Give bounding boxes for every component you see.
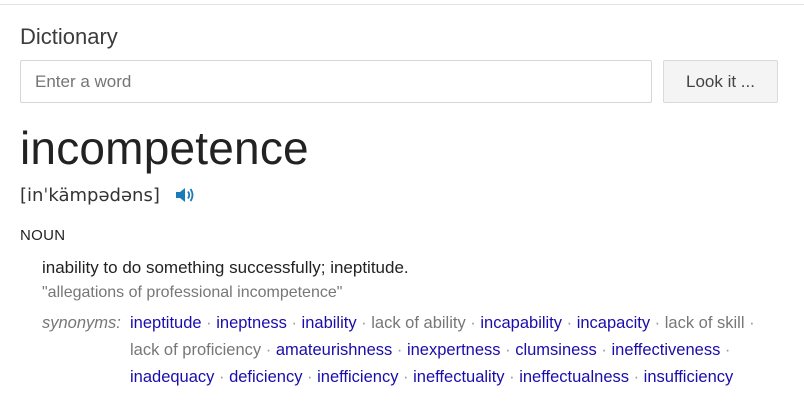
look-it-up-button[interactable]: Look it ... (663, 60, 778, 103)
speaker-icon[interactable] (174, 185, 196, 205)
synonym-separator: · (562, 314, 577, 332)
synonym-separator: · (392, 341, 407, 359)
synonyms-list: ineptitude · ineptness · inability · lac… (130, 310, 784, 391)
synonym-separator: · (214, 368, 230, 386)
synonym-link[interactable]: ineffectualness (519, 368, 629, 386)
synonym-link[interactable]: ineptness (216, 314, 287, 332)
synonym-separator: · (744, 314, 755, 332)
synonym-link[interactable]: inefficiency (317, 368, 398, 386)
synonym-link[interactable]: inability (302, 314, 357, 332)
synonym-separator: · (261, 341, 276, 359)
definition: inability to do something successfully; … (42, 258, 409, 277)
synonym-separator: · (500, 341, 516, 359)
synonym-separator: · (356, 314, 372, 332)
pronunciation-row: [inˈkämpədəns] (20, 182, 196, 208)
synonym-separator: · (596, 341, 612, 359)
synonym-link[interactable]: inadequacy (130, 368, 214, 386)
search-row: Look it ... (20, 60, 780, 103)
word-search-input[interactable] (20, 60, 652, 103)
synonym-separator: · (398, 368, 414, 386)
synonym-separator: · (465, 314, 481, 332)
synonym-link[interactable]: incapability (480, 314, 562, 332)
pronunciation: [inˈkämpədəns] (20, 184, 160, 206)
part-of-speech: NOUN (20, 227, 66, 244)
synonym-link[interactable]: deficiency (229, 368, 302, 386)
synonym-link[interactable]: insufficiency (644, 368, 734, 386)
synonym-link[interactable]: amateurishness (276, 341, 392, 359)
synonym-text: lack of ability (371, 314, 466, 332)
synonym-separator: · (650, 314, 665, 332)
synonym-separator: · (201, 314, 217, 332)
example-sentence: "allegations of professional incompetenc… (42, 284, 343, 301)
synonym-link[interactable]: ineffectiveness (611, 341, 720, 359)
synonym-separator: · (504, 368, 520, 386)
synonym-link[interactable]: incapacity (577, 314, 650, 332)
synonym-link[interactable]: inexpertness (407, 341, 501, 359)
synonym-separator: · (720, 341, 731, 359)
synonym-link[interactable]: ineffectuality (413, 368, 504, 386)
synonym-link[interactable]: clumsiness (515, 341, 597, 359)
top-divider (0, 0, 804, 5)
synonym-text: lack of skill (664, 314, 745, 332)
synonym-separator: · (629, 368, 644, 386)
synonym-separator: · (286, 314, 302, 332)
synonyms-label: synonyms: (42, 314, 121, 332)
headword: incompetence (20, 122, 309, 174)
synonyms-block: synonyms: ineptitude · ineptness · inabi… (42, 310, 784, 391)
synonym-separator: · (302, 368, 318, 386)
synonym-link[interactable]: ineptitude (130, 314, 202, 332)
section-title: Dictionary (20, 24, 118, 49)
synonym-text: lack of proficiency (130, 341, 262, 359)
